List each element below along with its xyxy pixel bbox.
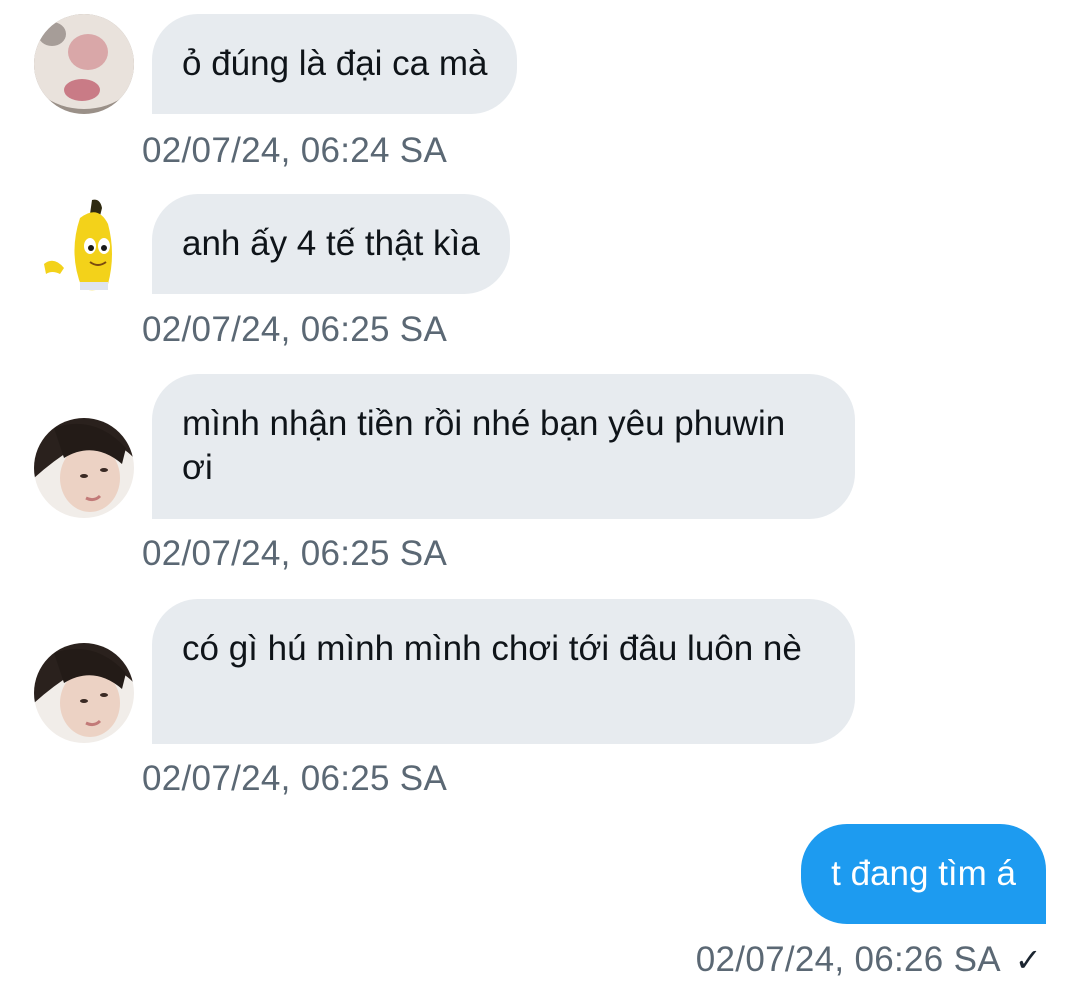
message-timestamp: 02/07/24, 06:24 SA — [142, 131, 448, 170]
message-timestamp: 02/07/24, 06:25 SA — [142, 534, 448, 573]
cat-avatar-icon[interactable] — [34, 14, 134, 114]
message-text: anh ấy 4 tế thật kìa — [182, 224, 480, 263]
message-bubble[interactable]: mình nhận tiền rồi nhé bạn yêu phuwin ơi — [152, 374, 855, 519]
message-timestamp: 02/07/24, 06:25 SA — [142, 759, 448, 798]
message-text: có gì hú mình mình chơi tới đâu luôn nè — [182, 629, 802, 668]
message-bubble[interactable]: anh ấy 4 tế thật kìa — [152, 194, 510, 294]
message-text: ỏ đúng là đại ca mà — [182, 44, 488, 83]
message-timestamp: 02/07/24, 06:26 SA — [695, 940, 1001, 979]
banana-avatar-icon[interactable] — [34, 194, 134, 294]
message-text: t đang tìm á — [831, 854, 1016, 893]
outgoing-timestamp: 02/07/24, 06:26 SA ✓ — [696, 940, 1042, 980]
person-avatar-icon[interactable] — [34, 643, 134, 743]
check-icon: ✓ — [1014, 942, 1042, 978]
message-text: mình nhận tiền rồi nhé bạn yêu phuwin ơi — [182, 404, 786, 487]
message-bubble[interactable]: ỏ đúng là đại ca mà — [152, 14, 518, 114]
person-avatar-icon[interactable] — [34, 418, 134, 518]
message-timestamp: 02/07/24, 06:25 SA — [142, 310, 448, 349]
outgoing-message-bubble[interactable]: t đang tìm á — [801, 824, 1046, 924]
message-bubble[interactable]: có gì hú mình mình chơi tới đâu luôn nè — [152, 599, 855, 744]
